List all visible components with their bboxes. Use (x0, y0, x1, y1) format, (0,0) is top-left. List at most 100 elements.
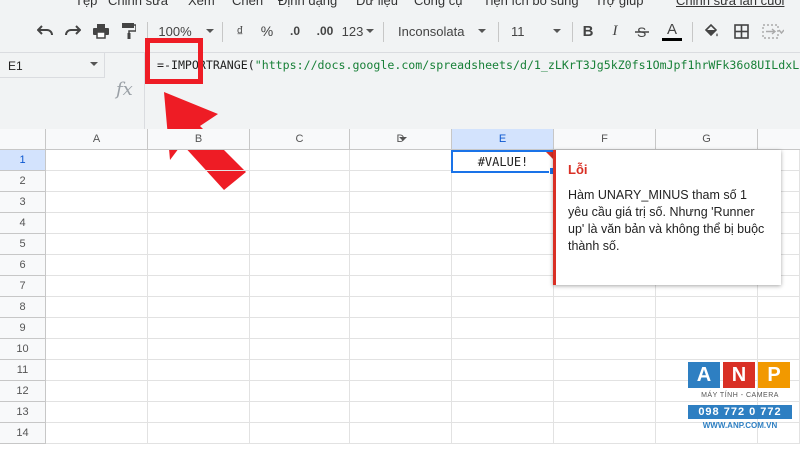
grid-cell[interactable] (46, 276, 148, 297)
grid-cell[interactable] (148, 318, 250, 339)
grid-cell[interactable] (452, 360, 554, 381)
grid-cell[interactable] (46, 402, 148, 423)
last-edit-link[interactable]: Chỉnh sửa lần cuối (676, 0, 784, 8)
grid-cell[interactable] (758, 318, 800, 339)
grid-cell[interactable] (46, 171, 148, 192)
grid-cell[interactable] (452, 276, 554, 297)
menu-tools[interactable]: Công cụ (414, 0, 462, 8)
grid-cell[interactable] (250, 234, 350, 255)
grid-cell[interactable] (46, 318, 148, 339)
grid-cell[interactable] (554, 381, 656, 402)
grid-cell[interactable] (250, 255, 350, 276)
column-header-f[interactable]: F (554, 129, 656, 150)
row-header[interactable]: 10 (0, 339, 46, 360)
grid-cell[interactable] (46, 360, 148, 381)
grid-cell[interactable] (148, 276, 250, 297)
grid-cell[interactable] (554, 318, 656, 339)
fill-color-icon[interactable] (700, 18, 722, 44)
grid-cell[interactable] (250, 318, 350, 339)
grid-cell[interactable] (656, 297, 758, 318)
grid-cell[interactable] (148, 402, 250, 423)
grid-cell[interactable] (46, 339, 148, 360)
column-header-d[interactable]: D (350, 129, 452, 150)
grid-cell[interactable] (350, 402, 452, 423)
row-header[interactable]: 7 (0, 276, 46, 297)
grid-cell[interactable] (148, 339, 250, 360)
font-size-select[interactable]: 11 (505, 18, 565, 44)
grid-cell[interactable] (250, 360, 350, 381)
grid-cell[interactable] (46, 192, 148, 213)
merge-cells-icon[interactable] (760, 18, 786, 44)
print-icon[interactable] (90, 18, 112, 44)
row-header[interactable]: 4 (0, 213, 46, 234)
grid-cell[interactable] (46, 255, 148, 276)
grid-cell[interactable] (148, 360, 250, 381)
grid-cell[interactable] (148, 297, 250, 318)
grid-cell[interactable] (250, 213, 350, 234)
grid-cell[interactable] (350, 171, 452, 192)
grid-cell[interactable] (350, 360, 452, 381)
grid-cell[interactable] (148, 423, 250, 444)
strikethrough-icon[interactable]: S (632, 18, 652, 44)
number-format-select[interactable]: 123 (340, 18, 376, 44)
grid-cell[interactable] (350, 423, 452, 444)
grid-cell[interactable] (46, 234, 148, 255)
grid-cell[interactable] (148, 381, 250, 402)
grid-cell[interactable] (452, 171, 554, 192)
grid-cell[interactable] (452, 297, 554, 318)
row-header[interactable]: 14 (0, 423, 46, 444)
active-cell-e1[interactable]: #VALUE! (451, 150, 557, 175)
redo-icon[interactable] (62, 18, 84, 44)
grid-cell[interactable] (250, 339, 350, 360)
italic-button[interactable]: I (605, 18, 625, 44)
row-header[interactable]: 12 (0, 381, 46, 402)
menu-addons[interactable]: Tiện ích bổ sung (483, 0, 579, 8)
grid-cell[interactable] (452, 192, 554, 213)
row-header[interactable]: 6 (0, 255, 46, 276)
grid-cell[interactable] (554, 339, 656, 360)
row-header[interactable]: 13 (0, 402, 46, 423)
column-header-e[interactable]: E (452, 129, 554, 150)
row-header[interactable]: 2 (0, 171, 46, 192)
grid-cell[interactable] (452, 234, 554, 255)
grid-cell[interactable] (350, 192, 452, 213)
column-header-g[interactable]: G (656, 129, 758, 150)
bold-button[interactable]: B (578, 18, 598, 44)
grid-cell[interactable] (350, 213, 452, 234)
column-header-a[interactable]: A (46, 129, 148, 150)
grid-cell[interactable] (148, 192, 250, 213)
grid-cell[interactable] (554, 297, 656, 318)
menu-file[interactable]: Tệp (75, 0, 97, 8)
grid-cell[interactable] (148, 255, 250, 276)
grid-cell[interactable] (148, 171, 250, 192)
grid-cell[interactable] (350, 255, 452, 276)
grid-cell[interactable] (758, 297, 800, 318)
grid-cell[interactable] (350, 381, 452, 402)
percent-button[interactable]: % (257, 18, 277, 44)
grid-cell[interactable] (350, 318, 452, 339)
paint-format-icon[interactable] (118, 18, 140, 44)
menu-format[interactable]: Định dạng (278, 0, 337, 8)
grid-cell[interactable] (148, 213, 250, 234)
menu-help[interactable]: Trợ giúp (595, 0, 644, 8)
grid-cell[interactable] (452, 255, 554, 276)
increase-decimal-button[interactable]: .00 (312, 18, 338, 44)
grid-cell[interactable] (148, 234, 250, 255)
name-box[interactable]: E1 (0, 53, 105, 78)
grid-cell[interactable] (46, 381, 148, 402)
grid-cell[interactable] (148, 150, 250, 171)
grid-cell[interactable] (250, 150, 350, 171)
menu-insert[interactable]: Chèn (232, 0, 263, 8)
grid-cell[interactable] (46, 213, 148, 234)
grid-cell[interactable] (350, 297, 452, 318)
grid-cell[interactable] (350, 339, 452, 360)
column-header-c[interactable]: C (250, 129, 350, 150)
row-header[interactable]: 9 (0, 318, 46, 339)
grid-cell[interactable] (452, 402, 554, 423)
undo-icon[interactable] (34, 18, 56, 44)
grid-cell[interactable] (554, 360, 656, 381)
grid-cell[interactable] (452, 423, 554, 444)
row-header[interactable]: 8 (0, 297, 46, 318)
select-all-corner[interactable] (0, 129, 46, 150)
row-header[interactable]: 5 (0, 234, 46, 255)
